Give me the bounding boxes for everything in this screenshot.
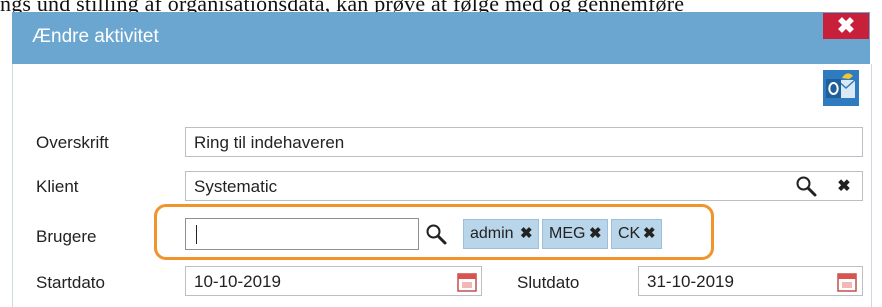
brugere-label: Brugere [36, 227, 97, 246]
klient-label: Klient [36, 177, 79, 196]
slutdato-field[interactable]: 31-10-2019 [638, 266, 863, 296]
background-document-strip: ngs und stilling af organisationsdata, k… [0, 0, 882, 12]
dialog-title: Ændre aktivitet [32, 26, 159, 47]
highlight-outline [154, 204, 714, 260]
outlook-icon[interactable] [823, 70, 859, 106]
slutdato-label: Slutdato [517, 273, 580, 292]
startdato-value: 10-10-2019 [194, 272, 281, 291]
dialog-titlebar: Ændre aktivitet [12, 12, 870, 65]
slutdato-calendar-icon[interactable] [836, 271, 858, 293]
startdato-calendar-icon[interactable] [456, 271, 478, 293]
overskrift-label: Overskrift [36, 133, 109, 152]
startdato-field[interactable]: 10-10-2019 [185, 266, 482, 296]
klient-search-icon[interactable] [793, 172, 819, 200]
close-button[interactable]: ✖ [823, 13, 869, 39]
klient-clear-icon[interactable]: ✖ [831, 172, 857, 200]
overskrift-field[interactable]: Ring til indehaveren [185, 127, 863, 157]
slutdato-value: 31-10-2019 [647, 272, 734, 291]
overskrift-value: Ring til indehaveren [194, 133, 345, 152]
klient-value: Systematic [194, 177, 278, 196]
startdato-label: Startdato [36, 273, 105, 292]
klient-field[interactable]: Systematic ✖ [185, 171, 863, 201]
background-document-text: ngs und stilling af organisationsdata, k… [0, 0, 684, 12]
